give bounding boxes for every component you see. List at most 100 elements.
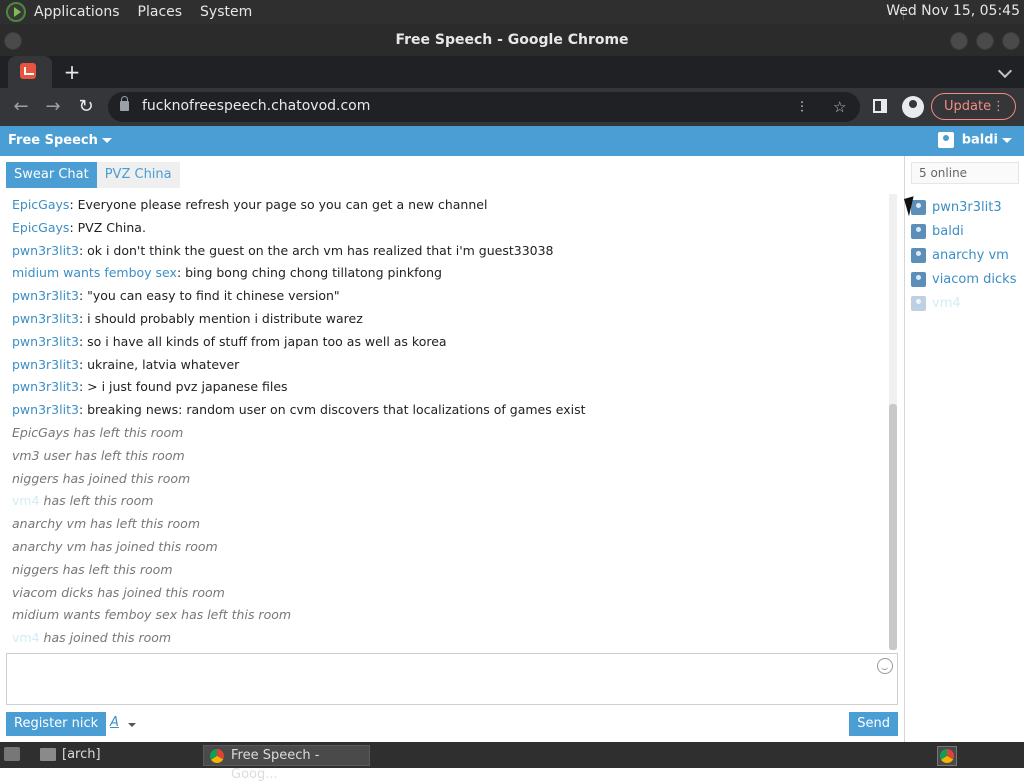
system-event: vm4 has joined this room [6,627,886,650]
event-user: niggers [12,561,59,577]
smiley-icon[interactable] [877,658,893,674]
chevron-down-icon [1002,137,1012,143]
online-users-panel: 5 online pwn3r3lit3 baldi anarchy vm via… [904,156,1024,742]
user-list-item[interactable]: pwn3r3lit3 [911,196,1016,220]
message-nick[interactable]: midium wants femboy sex [12,265,177,280]
user-list: pwn3r3lit3 baldi anarchy vm viacom dicks… [911,196,1016,316]
tab-swear-chat[interactable]: Swear Chat [6,162,97,188]
register-nick-button[interactable]: Register nick [6,712,107,736]
event-text: has joined this room [62,470,191,486]
user-menu[interactable]: baldi [937,132,1012,148]
bookmark-star-icon[interactable]: ☆ [833,98,846,116]
system-event: anarchy vm has left this room [6,513,886,536]
compose-toolbar: Register nick A Send [6,712,898,738]
message-nick[interactable]: pwn3r3lit3 [12,402,79,417]
chevron-down-icon[interactable] [128,723,136,727]
close-icon[interactable] [1002,32,1020,50]
chrome-icon [210,749,224,763]
window-menu-icon[interactable] [4,32,22,50]
address-bar[interactable]: fucknofreespeech.chatovod.com ⫶ ☆ [108,92,860,122]
message-nick[interactable]: pwn3r3lit3 [12,334,79,349]
send-button[interactable]: Send [849,712,898,736]
side-panel-icon[interactable] [873,99,887,113]
user-name[interactable]: vm4 [932,296,961,311]
taskbar-item-arch[interactable]: [arch] [62,747,101,762]
event-text: has left this room [181,607,292,623]
more-options-icon[interactable]: ⋮ [992,94,1005,119]
profile-avatar-icon[interactable] [902,96,924,118]
user-list-item[interactable]: viacom dicks [911,268,1016,292]
chrome-icon [940,749,954,763]
event-user: niggers [12,470,59,486]
user-name[interactable]: baldi [932,224,964,239]
user-icon [911,272,926,287]
chat-message: pwn3r3lit3: ok i don't think the guest o… [12,242,554,258]
message-input[interactable] [6,653,898,705]
update-button-label: Update [944,99,992,114]
message-nick[interactable]: pwn3r3lit3 [12,288,79,303]
show-desktop-icon[interactable] [4,747,20,761]
new-tab-button[interactable]: + [60,60,84,84]
tab-search-chevron-icon[interactable] [997,63,1013,79]
message-list: EpicGays: Everyone please refresh your p… [6,194,886,650]
event-text: has left this room [43,493,154,509]
chat-message: pwn3r3lit3: so i have all kinds of stuff… [12,333,447,349]
message-scrollbar[interactable] [889,194,897,650]
url-text[interactable]: fucknofreespeech.chatovod.com [142,98,370,114]
window-titlebar[interactable]: Free Speech - Google Chrome [0,24,1024,56]
chat-message: midium wants femboy sex: bing bong ching… [12,265,442,281]
chat-message: pwn3r3lit3: > i just found pvz japanese … [12,379,288,395]
menu-places[interactable]: Places [138,4,183,20]
back-icon[interactable]: ← [10,96,32,118]
user-icon [911,224,926,239]
chat-area: Swear Chat PVZ China EpicGays: Everyone … [0,156,904,742]
forward-icon[interactable]: → [42,96,64,118]
browser-tab-strip: + [0,56,1024,88]
chat-message: pwn3r3lit3: "you can easy to find it chi… [12,288,340,304]
event-user: EpicGays [12,424,70,440]
scrollbar-thumb[interactable] [889,404,897,650]
clock[interactable]: Wed Nov 15, 05:45 [886,3,1020,19]
message-nick[interactable]: pwn3r3lit3 [12,311,79,326]
tray-chrome[interactable] [937,746,957,766]
minimize-icon[interactable] [950,32,968,50]
menu-applications[interactable]: Applications [34,4,120,20]
message-nick[interactable]: pwn3r3lit3 [12,243,79,258]
chat-message: EpicGays: PVZ China. [12,219,146,235]
user-list-item[interactable]: baldi [911,220,1016,244]
text-format-button[interactable]: A [110,715,119,730]
chat-header: Free Speech baldi [0,126,1024,156]
taskbar-item-chrome[interactable]: Free Speech - Goog... [203,745,370,782]
user-list-item[interactable]: anarchy vm [911,244,1016,268]
user-name[interactable]: viacom dicks [932,272,1016,287]
browser-tab[interactable] [8,56,52,88]
message-nick[interactable]: pwn3r3lit3 [12,357,79,372]
message-nick[interactable]: EpicGays [12,197,69,212]
tab-pvz-china[interactable]: PVZ China [96,162,180,188]
system-event: vm4 has left this room [6,490,886,513]
system-event: EpicGays has left this room [6,422,886,445]
event-user: midium wants femboy sex [12,607,178,623]
user-list-item[interactable]: vm4 [911,292,1016,316]
chevron-down-icon [101,138,112,143]
menu-system[interactable]: System [200,4,252,20]
message-text: Everyone please refresh your page so you… [77,197,488,212]
maximize-icon[interactable] [976,32,994,50]
distro-logo-icon[interactable] [6,2,26,22]
room-selector[interactable]: Free Speech [8,133,112,148]
user-icon [911,296,926,311]
lock-icon[interactable] [120,96,129,111]
event-user: viacom dicks [12,584,94,600]
room-name: Free Speech [8,133,98,148]
message-text: "you can easy to find it chinese version… [87,288,340,304]
update-button[interactable]: Update ⋮ [931,93,1016,120]
message-nick[interactable]: EpicGays [12,220,69,235]
user-name[interactable]: anarchy vm [932,248,1009,263]
message-nick[interactable]: pwn3r3lit3 [12,379,79,394]
share-icon[interactable]: ⫶ [800,98,804,116]
user-name[interactable]: pwn3r3lit3 [932,200,1002,215]
event-text: has joined this room [97,584,225,600]
system-event: vm3 user has left this room [6,445,886,468]
event-user: anarchy vm [12,538,87,554]
reload-icon[interactable]: ↻ [75,96,97,118]
